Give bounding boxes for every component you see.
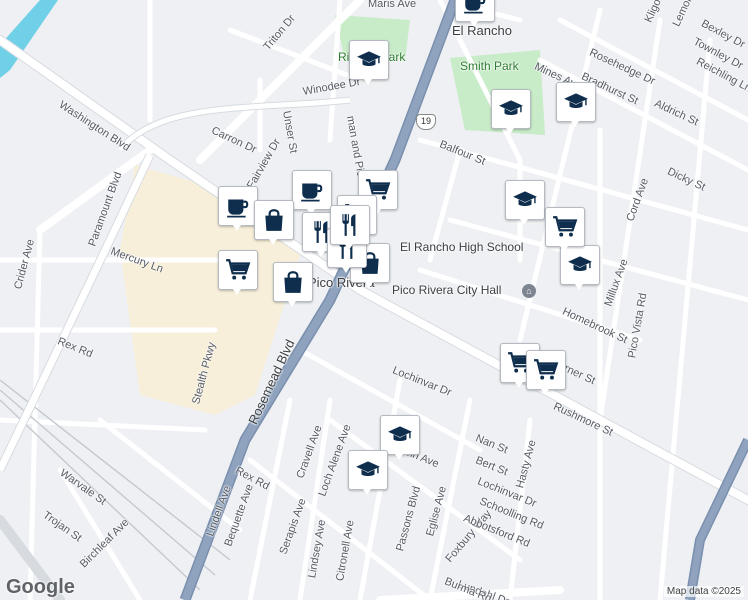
school-pin[interactable]	[556, 82, 596, 128]
pin-pointer	[267, 236, 279, 245]
shopping-cart-icon	[218, 250, 258, 290]
street-label: Maris Ave	[368, 0, 417, 10]
school-icon	[556, 82, 596, 122]
school-pin[interactable]	[491, 89, 531, 135]
shopping-cart-icon	[526, 350, 566, 390]
grocery-pin[interactable]	[545, 207, 585, 253]
grocery-pin[interactable]	[526, 350, 566, 396]
pin-pointer	[315, 248, 327, 257]
pin-pointer	[569, 118, 581, 127]
city-hall-label[interactable]: Pico Rivera City Hall	[392, 283, 501, 297]
coffee-cup-icon	[218, 186, 258, 226]
shopping-bag-icon	[254, 200, 294, 240]
shopping-bag-icon	[273, 262, 313, 302]
pin-pointer	[504, 125, 516, 134]
fork-knife-icon	[330, 205, 370, 245]
city-hall-icon[interactable]: ⌂	[522, 284, 536, 298]
pin-pointer	[513, 379, 525, 388]
pin-pointer	[558, 243, 570, 252]
school-pin[interactable]	[505, 180, 545, 226]
map-canvas[interactable]: 19 Pico Rivera El Rancho El Rancho High …	[0, 0, 748, 600]
pin-pointer	[231, 286, 243, 295]
cafe-pin[interactable]	[455, 0, 495, 28]
shopping-pin[interactable]	[273, 262, 313, 308]
highway-19-shield: 19	[416, 114, 436, 130]
school-pin[interactable]	[349, 40, 389, 86]
school-label[interactable]: El Rancho High School	[400, 240, 523, 254]
school-icon	[348, 450, 388, 490]
pin-pointer	[393, 451, 405, 460]
shopping-pin[interactable]	[254, 200, 294, 246]
pin-pointer	[286, 298, 298, 307]
cafe-pin[interactable]	[292, 170, 332, 216]
smith-park-label[interactable]: Smith Park	[460, 59, 519, 73]
pin-pointer	[573, 281, 585, 290]
coffee-cup-icon	[292, 170, 332, 210]
pin-pointer	[362, 76, 374, 85]
cafe-pin[interactable]	[218, 186, 258, 232]
pin-pointer	[340, 264, 352, 273]
google-logo: Google	[6, 576, 75, 598]
grocery-pin[interactable]	[218, 250, 258, 296]
pin-pointer	[231, 222, 243, 231]
restaurant-pin[interactable]	[330, 205, 370, 251]
pin-pointer	[343, 241, 355, 250]
pin-pointer	[518, 216, 530, 225]
pin-pointer	[539, 386, 551, 395]
shopping-cart-icon	[545, 207, 585, 247]
pin-pointer	[361, 486, 373, 495]
school-icon	[505, 180, 545, 220]
map-attribution[interactable]: Map data ©2025	[663, 586, 744, 597]
school-icon	[491, 89, 531, 129]
school-pin[interactable]	[348, 450, 388, 496]
pin-pointer	[468, 18, 480, 27]
pin-pointer	[363, 279, 375, 288]
school-icon	[380, 415, 420, 455]
school-icon	[349, 40, 389, 80]
